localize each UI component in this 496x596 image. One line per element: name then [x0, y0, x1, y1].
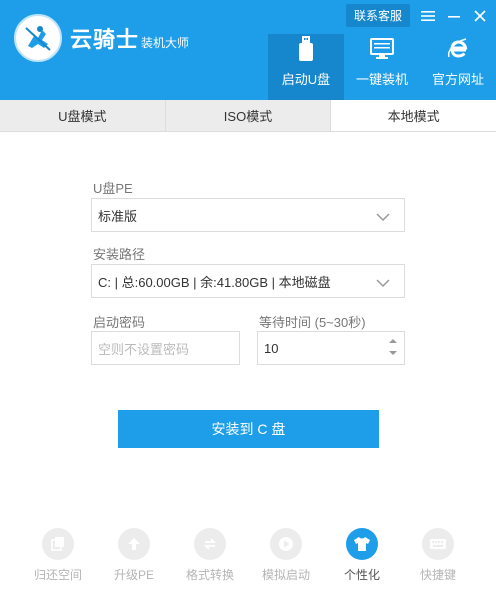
minimize-icon[interactable]: [446, 8, 462, 24]
stepper-up-icon[interactable]: [388, 338, 398, 344]
brand-logo: 云骑士 装机大师: [14, 14, 189, 62]
browser-e-icon: [446, 35, 470, 63]
brand-name: 云骑士: [70, 27, 140, 52]
install-button[interactable]: 安装到 C 盘: [118, 410, 379, 448]
usb-drive-icon: [298, 35, 314, 63]
tab-iso-mode[interactable]: ISO模式: [166, 100, 332, 131]
close-icon[interactable]: [472, 8, 488, 24]
brand-subtitle: 装机大师: [141, 36, 190, 50]
tab-usb-mode[interactable]: U盘模式: [0, 100, 166, 131]
tool-personalize[interactable]: 个性化: [327, 528, 397, 588]
install-path-label: 安装路径: [93, 247, 146, 262]
tool-upgrade-pe[interactable]: 升级PE: [99, 528, 169, 588]
tab-boot-usb-label: 启动U盘: [281, 72, 331, 87]
contact-support-button[interactable]: 联系客服: [345, 4, 410, 27]
tshirt-icon: [346, 528, 378, 560]
wait-time-value: 10: [264, 340, 279, 356]
tool-restore-space-label: 归还空间: [33, 568, 82, 582]
tab-official-site[interactable]: 官方网址: [420, 34, 496, 100]
tool-restore-space[interactable]: 归还空间: [23, 528, 93, 588]
tool-format-convert-label: 格式转换: [185, 568, 234, 582]
chevron-down-icon: [376, 276, 390, 291]
tool-upgrade-pe-label: 升级PE: [113, 568, 154, 582]
pe-version-select[interactable]: 标准版: [91, 198, 405, 232]
tool-personalize-label: 个性化: [343, 568, 380, 582]
pe-label: U盘PE: [93, 181, 133, 196]
tool-bar: 归还空间 升级PE 格式转换 模拟启动 个性化 快捷键: [0, 528, 496, 588]
wait-time-stepper[interactable]: 10: [257, 331, 405, 365]
play-icon: [270, 528, 302, 560]
tool-format-convert[interactable]: 格式转换: [175, 528, 245, 588]
tab-one-click-install[interactable]: 一键装机: [344, 34, 420, 100]
mode-tabs: U盘模式 ISO模式 本地模式: [0, 100, 496, 132]
install-path-select[interactable]: C: | 总:60.00GB | 余:41.80GB | 本地磁盘: [91, 264, 405, 298]
app-header: 云骑士 装机大师 联系客服 启动U盘 一键装机 官方网址: [0, 0, 496, 100]
boot-password-input[interactable]: 空则不设置密码: [91, 331, 240, 365]
tab-boot-usb[interactable]: 启动U盘: [268, 34, 344, 100]
boot-password-label: 启动密码: [93, 315, 146, 330]
wait-time-label: 等待时间 (5~30秒): [259, 315, 366, 330]
keyboard-icon: [422, 528, 454, 560]
monitor-icon: [370, 35, 394, 63]
tab-local-mode[interactable]: 本地模式: [331, 100, 496, 131]
tool-shortcut-keys-label: 快捷键: [419, 568, 456, 582]
knight-logo-icon: [14, 14, 62, 62]
tab-official-site-label: 官方网址: [431, 72, 484, 87]
tool-simulate-boot[interactable]: 模拟启动: [251, 528, 321, 588]
tool-simulate-boot-label: 模拟启动: [261, 568, 310, 582]
upgrade-arrow-icon: [118, 528, 150, 560]
tab-one-click-install-label: 一键装机: [355, 72, 408, 87]
chevron-down-icon: [376, 210, 390, 225]
pe-version-value: 标准版: [98, 208, 138, 224]
menu-icon[interactable]: [420, 8, 436, 24]
restore-space-icon: [42, 528, 74, 560]
install-path-value: C: | 总:60.00GB | 余:41.80GB | 本地磁盘: [98, 274, 331, 290]
stepper-down-icon[interactable]: [388, 350, 398, 356]
convert-icon: [194, 528, 226, 560]
tool-shortcut-keys[interactable]: 快捷键: [403, 528, 473, 588]
